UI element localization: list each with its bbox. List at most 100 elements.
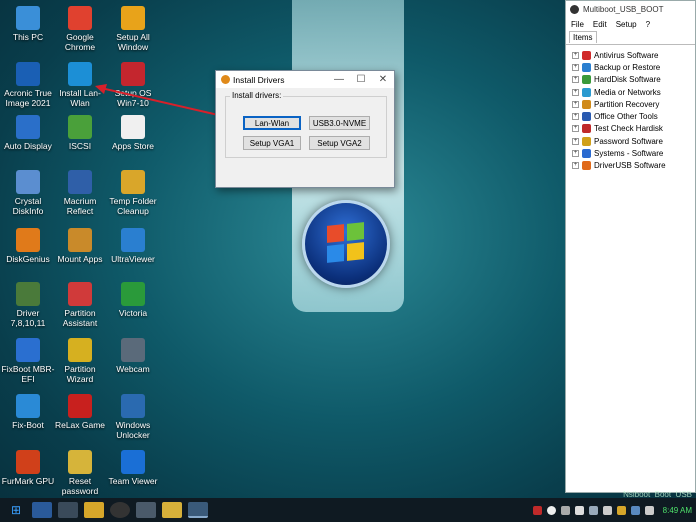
media-play-icon[interactable] xyxy=(110,502,130,518)
tree-item[interactable]: + Media or Networks xyxy=(572,86,695,98)
category-icon xyxy=(582,124,591,134)
expand-icon[interactable]: + xyxy=(572,88,579,96)
furmark-icon xyxy=(16,450,40,474)
desktop-icon-label: Partition Assistant xyxy=(62,308,98,328)
usb-nvme-button[interactable]: USB3.0-NVME xyxy=(309,116,370,130)
tray-keyboard-icon[interactable] xyxy=(602,505,612,515)
tree-item-label: Antivirus Software xyxy=(594,50,659,60)
webcam-icon xyxy=(121,338,145,362)
desktop-icon[interactable]: Fix-Boot xyxy=(0,394,56,430)
menu-file[interactable]: File xyxy=(571,20,584,29)
desktop-icon-label: Team Viewer xyxy=(108,476,158,486)
driver-icon xyxy=(16,282,40,306)
chrome-icon xyxy=(68,6,92,30)
tree-item[interactable]: + Office Other Tools xyxy=(572,110,695,122)
folder-icon[interactable] xyxy=(84,502,104,518)
tray-pen-icon[interactable] xyxy=(574,505,584,515)
tree-item[interactable]: + HardDisk Software xyxy=(572,74,695,86)
tray-play-icon[interactable] xyxy=(546,505,556,515)
clock[interactable]: 8:49 AM xyxy=(663,506,692,515)
desktop-icon-label: Google Chrome xyxy=(64,32,96,52)
menu-setup[interactable]: Setup xyxy=(616,20,637,29)
menu-edit[interactable]: Edit xyxy=(593,20,607,29)
desktop-icon[interactable]: Partition Wizard xyxy=(52,338,108,384)
expand-icon[interactable]: + xyxy=(572,162,579,170)
close-button[interactable]: ✕ xyxy=(372,74,394,85)
desktop-icon-label: Auto Display xyxy=(4,141,52,151)
tree-item[interactable]: + Partition Recovery xyxy=(572,98,695,110)
start-button[interactable]: ⊞ xyxy=(6,502,26,518)
menu-help[interactable]: ? xyxy=(646,20,650,29)
desktop-icon[interactable]: Reset password xyxy=(52,450,108,496)
start-menu-icon[interactable] xyxy=(32,502,52,518)
lan-wlan-button[interactable]: Lan-Wlan xyxy=(243,116,301,130)
category-icon xyxy=(582,75,591,85)
expand-icon[interactable]: + xyxy=(572,150,579,158)
expand-icon[interactable]: + xyxy=(572,137,579,145)
desktop-icon-label: Acronic True Image 2021 xyxy=(4,88,52,108)
expand-icon[interactable]: + xyxy=(572,100,579,108)
maximize-button[interactable]: ☐ xyxy=(350,74,372,85)
setup-window-icon xyxy=(121,6,145,30)
desktop-icon[interactable]: ReLax Game xyxy=(52,394,108,430)
tree-item-label: DriverUSB Software xyxy=(594,161,666,171)
desktop-icon[interactable]: Macrium Reflect xyxy=(52,170,108,216)
tree-item[interactable]: + Password Software xyxy=(572,135,695,147)
desktop-icon[interactable]: Driver 7,8,10,11 xyxy=(0,282,56,328)
desktop-icon[interactable]: Acronic True Image 2021 xyxy=(0,62,56,108)
tray-volume-icon[interactable] xyxy=(644,505,654,515)
expand-icon[interactable]: + xyxy=(572,51,579,59)
desktop-icon-label: Victoria xyxy=(118,308,148,318)
tray-app-icon[interactable] xyxy=(532,505,542,515)
desktop-icon[interactable]: FurMark GPU xyxy=(0,450,56,486)
tray-eject-icon[interactable] xyxy=(560,505,570,515)
keyboard-icon[interactable] xyxy=(58,502,78,518)
minimize-button[interactable]: — xyxy=(328,74,350,85)
display-icon xyxy=(16,115,40,139)
desktop-icon[interactable]: Setup All Window xyxy=(105,6,161,52)
desktop-icon[interactable]: Partition Assistant xyxy=(52,282,108,328)
tray-computer-icon[interactable] xyxy=(630,505,640,515)
desktop-icon-label: Webcam xyxy=(116,364,150,374)
setup-vga2-button[interactable]: Setup VGA2 xyxy=(309,136,370,150)
tree-item-label: Test Check Hardisk xyxy=(594,124,663,134)
tree-item[interactable]: + DriverUSB Software xyxy=(572,160,695,172)
tray-network-icon[interactable] xyxy=(588,505,598,515)
expand-icon[interactable]: + xyxy=(572,76,579,84)
tab-items[interactable]: Items xyxy=(569,31,597,43)
tree-item[interactable]: + Test Check Hardisk xyxy=(572,123,695,135)
desktop-icon-label: Macrium Reflect xyxy=(63,196,97,216)
tree-item-label: Office Other Tools xyxy=(594,112,658,122)
expand-icon[interactable]: + xyxy=(572,113,579,121)
tree-item-label: Backup or Restore xyxy=(594,62,661,72)
install-drivers-dialog: Install Drivers — ☐ ✕ Install drivers: L… xyxy=(215,70,395,188)
desktop-icon[interactable]: Temp Folder Cleanup xyxy=(105,170,161,216)
desktop-icon[interactable]: Webcam xyxy=(105,338,161,374)
wifi-icon xyxy=(68,62,92,86)
desktop-icon[interactable]: FixBoot MBR-EFI xyxy=(0,338,56,384)
expand-icon[interactable]: + xyxy=(572,63,579,71)
desktop-icon[interactable]: Team Viewer xyxy=(105,450,161,486)
tree-item[interactable]: + Systems - Software xyxy=(572,147,695,159)
category-icon xyxy=(582,112,591,122)
active-app-icon[interactable] xyxy=(188,502,208,518)
desktop-icon[interactable]: Google Chrome xyxy=(52,6,108,52)
desktop-icon[interactable]: This PC xyxy=(0,6,56,42)
setup-vga1-button[interactable]: Setup VGA1 xyxy=(243,136,301,150)
desktop-icon[interactable]: Auto Display xyxy=(0,115,56,151)
desktop-icon[interactable]: Victoria xyxy=(105,282,161,318)
tree-item[interactable]: + Antivirus Software xyxy=(572,49,695,61)
expand-icon[interactable]: + xyxy=(572,125,579,133)
tree-item[interactable]: + Backup or Restore xyxy=(572,61,695,73)
window-icon[interactable] xyxy=(136,502,156,518)
desktop-icon-label: Windows Unlocker xyxy=(115,420,151,440)
explorer-icon[interactable] xyxy=(162,502,182,518)
desktop-icon[interactable]: DiskGenius xyxy=(0,228,56,264)
tray-folder-icon[interactable] xyxy=(616,505,626,515)
tree-item-label: HardDisk Software xyxy=(594,75,661,85)
desktop-icon[interactable]: Windows Unlocker xyxy=(105,394,161,440)
category-icon xyxy=(582,149,591,159)
desktop-icon[interactable]: Crystal DiskInfo xyxy=(0,170,56,216)
desktop-icon[interactable]: Mount Apps xyxy=(52,228,108,264)
desktop-icon[interactable]: UltraViewer xyxy=(105,228,161,264)
